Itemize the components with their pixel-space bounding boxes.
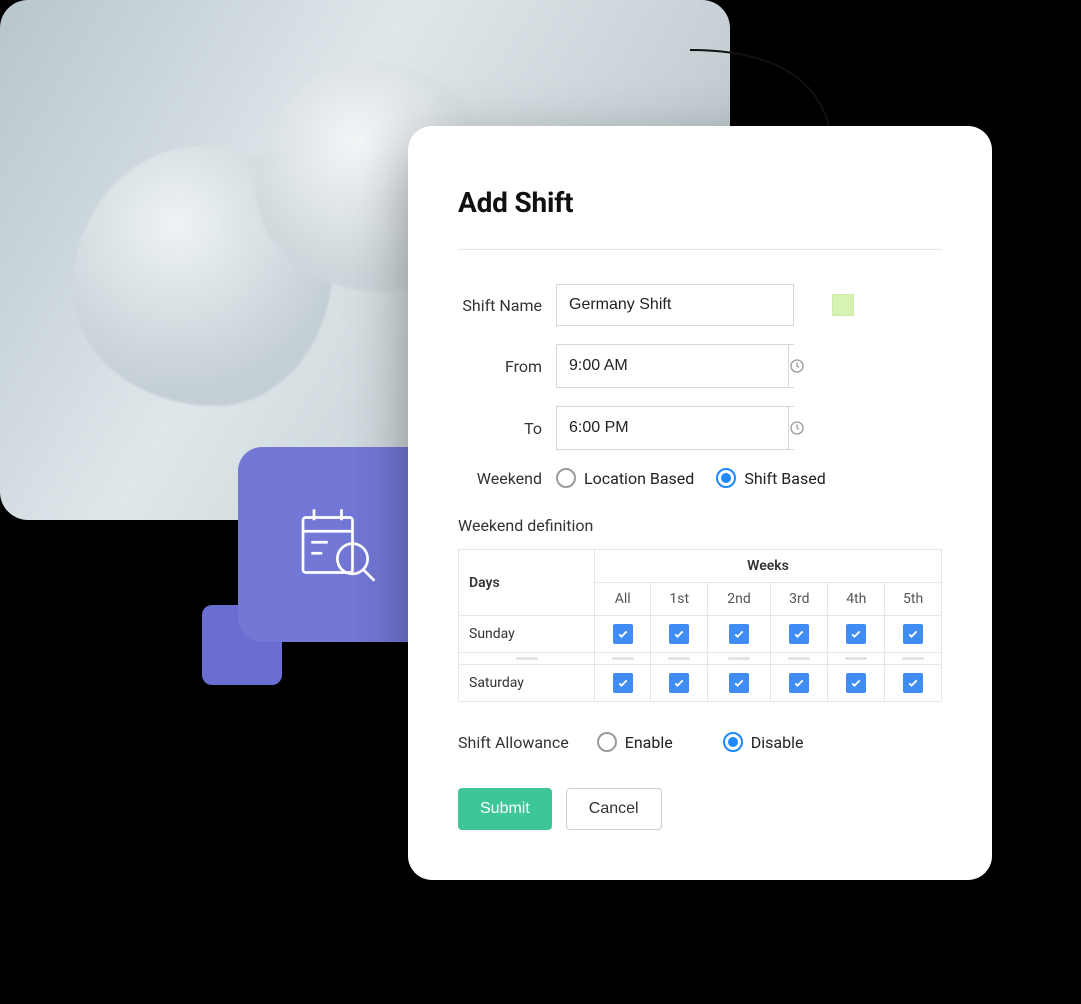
check-icon [903, 673, 923, 693]
separator-cell [707, 653, 770, 665]
th-col: 5th [885, 583, 942, 616]
label-weekend: Weekend [458, 469, 556, 488]
check-cell[interactable] [595, 616, 651, 653]
to-time-wrap [556, 406, 794, 450]
radio-dot-icon [556, 468, 576, 488]
check-cell[interactable] [771, 665, 828, 702]
radio-dot-icon [597, 732, 617, 752]
from-time-picker-button[interactable] [788, 345, 805, 387]
submit-button[interactable]: Submit [458, 788, 552, 830]
th-col: 4th [828, 583, 885, 616]
day-name-cell: Sunday [459, 616, 595, 653]
separator-cell [828, 653, 885, 665]
radio-location-based[interactable]: Location Based [556, 468, 694, 488]
from-time-input[interactable] [557, 345, 788, 387]
check-cell[interactable] [828, 665, 885, 702]
th-col: 2nd [707, 583, 770, 616]
check-cell[interactable] [885, 665, 942, 702]
check-icon [789, 673, 809, 693]
calendar-search-tile [238, 447, 433, 642]
shift-name-input[interactable] [556, 284, 794, 326]
th-col: 3rd [771, 583, 828, 616]
calendar-search-icon [292, 501, 380, 589]
check-cell[interactable] [595, 665, 651, 702]
button-row: Submit Cancel [458, 788, 942, 830]
check-cell[interactable] [771, 616, 828, 653]
modal-title: Add Shift [458, 186, 942, 219]
th-weeks: Weeks [595, 550, 942, 583]
radio-label-disable: Disable [751, 733, 804, 752]
check-icon [846, 673, 866, 693]
label-shift-name: Shift Name [458, 296, 556, 315]
clock-icon [789, 358, 805, 374]
check-cell[interactable] [707, 616, 770, 653]
to-time-picker-button[interactable] [788, 407, 805, 449]
check-icon [669, 673, 689, 693]
separator-cell [885, 653, 942, 665]
label-weekend-definition: Weekend definition [458, 516, 942, 535]
table-row: Saturday [459, 665, 942, 702]
radio-dot-icon [723, 732, 743, 752]
check-icon [903, 624, 923, 644]
radio-label-shift: Shift Based [744, 469, 825, 488]
check-cell[interactable] [885, 616, 942, 653]
label-from: From [458, 357, 556, 376]
separator-cell [651, 653, 707, 665]
clock-icon [789, 420, 805, 436]
check-icon [669, 624, 689, 644]
th-col: All [595, 583, 651, 616]
separator-cell [459, 653, 595, 665]
label-shift-allowance: Shift Allowance [458, 733, 569, 752]
row-from: From [458, 344, 942, 388]
radio-allowance-disable[interactable]: Disable [723, 732, 804, 752]
check-icon [846, 624, 866, 644]
radio-shift-based[interactable]: Shift Based [716, 468, 825, 488]
check-cell[interactable] [828, 616, 885, 653]
th-days: Days [459, 550, 595, 616]
day-name-cell: Saturday [459, 665, 595, 702]
add-shift-modal: Add Shift Shift Name From To Weekend Loc… [408, 126, 992, 880]
check-icon [729, 624, 749, 644]
from-time-wrap [556, 344, 794, 388]
shift-color-swatch[interactable] [832, 294, 854, 316]
weekend-definition-table: Days Weeks All 1st 2nd 3rd 4th 5th Sunda… [458, 549, 942, 702]
to-time-input[interactable] [557, 407, 788, 449]
label-to: To [458, 419, 556, 438]
check-icon [729, 673, 749, 693]
check-icon [789, 624, 809, 644]
separator-cell [771, 653, 828, 665]
table-row: Sunday [459, 616, 942, 653]
check-cell[interactable] [651, 665, 707, 702]
cancel-button[interactable]: Cancel [566, 788, 662, 830]
check-icon [613, 673, 633, 693]
radio-allowance-enable[interactable]: Enable [597, 732, 673, 752]
th-col: 1st [651, 583, 707, 616]
divider [458, 249, 942, 250]
radio-dot-icon [716, 468, 736, 488]
radio-label-enable: Enable [625, 733, 673, 752]
check-cell[interactable] [651, 616, 707, 653]
radio-label-location: Location Based [584, 469, 694, 488]
separator-cell [595, 653, 651, 665]
row-shift-name: Shift Name [458, 284, 942, 326]
row-weekend: Weekend Location Based Shift Based [458, 468, 942, 488]
check-cell[interactable] [707, 665, 770, 702]
row-to: To [458, 406, 942, 450]
row-shift-allowance: Shift Allowance Enable Disable [458, 732, 942, 752]
check-icon [613, 624, 633, 644]
separator-row [459, 653, 942, 665]
